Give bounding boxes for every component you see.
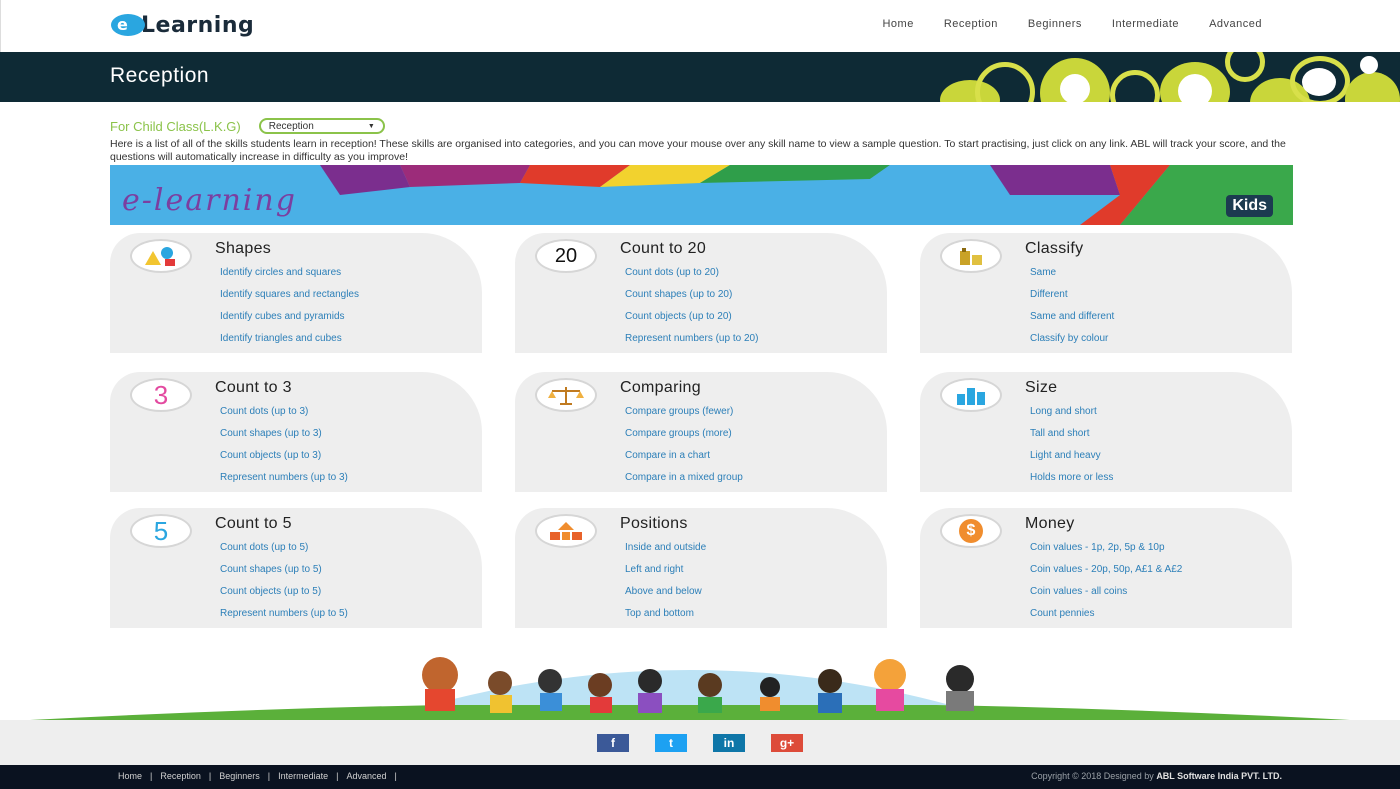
shapes-icon (130, 239, 192, 273)
skill-link[interactable]: Identify circles and squares (220, 267, 341, 278)
skill-link[interactable]: Count shapes (up to 20) (625, 289, 732, 300)
kids-banner: e-learning Kids (110, 165, 1293, 225)
number-3-icon: 3 (130, 378, 192, 412)
nav-beginners[interactable]: Beginners (1028, 18, 1082, 30)
google-plus-icon[interactable]: g+ (771, 733, 803, 752)
skill-card: Positions Inside and outside Left and righ… (515, 508, 887, 628)
skill-link[interactable]: Compare groups (more) (625, 428, 732, 439)
coin-icon: $ (940, 514, 1002, 548)
skill-link[interactable]: Count dots (up to 20) (625, 267, 719, 278)
skill-link[interactable]: Represent numbers (up to 20) (625, 333, 758, 344)
copyright: Copyright © 2018 Designed by ABL Softwar… (1031, 771, 1282, 781)
skill-link[interactable]: Left and right (625, 564, 683, 575)
nav-intermediate[interactable]: Intermediate (1112, 18, 1179, 30)
skill-card-title: Count to 5 (215, 515, 292, 532)
footer-link-beginners[interactable]: Beginners (219, 771, 260, 781)
class-selector-row: For Child Class(L.K.G) Reception ▼ (110, 118, 385, 134)
page-title: Reception (110, 64, 210, 87)
main-nav: Home Reception Beginners Intermediate Ad… (882, 18, 1262, 30)
skill-link[interactable]: Above and below (625, 586, 702, 597)
nav-advanced[interactable]: Advanced (1209, 18, 1262, 30)
skill-link[interactable]: Light and heavy (1030, 450, 1101, 461)
class-select[interactable]: Reception ▼ (258, 118, 385, 134)
skill-link[interactable]: Count shapes (up to 5) (220, 564, 322, 575)
skill-card-title: Count to 3 (215, 379, 292, 396)
skill-link[interactable]: Coin values - 1p, 2p, 5p & 10p (1030, 542, 1165, 553)
intro-description: Here is a list of all of the skills stud… (110, 138, 1286, 163)
skill-link[interactable]: Different (1030, 289, 1068, 300)
top-header: e Learning Home Reception Beginners Inte… (0, 0, 1400, 52)
logo-badge: e (111, 14, 145, 36)
chevron-down-icon: ▼ (367, 122, 375, 130)
skill-card: Shapes Identify circles and squares Identi… (110, 233, 482, 353)
skill-link[interactable]: Identify squares and rectangles (220, 289, 359, 300)
skill-link[interactable]: Compare in a mixed group (625, 472, 743, 483)
footer-link-intermediate[interactable]: Intermediate (278, 771, 328, 781)
skill-link[interactable]: Compare groups (fewer) (625, 406, 733, 417)
skill-link[interactable]: Represent numbers (up to 3) (220, 472, 348, 483)
skill-link[interactable]: Same and different (1030, 311, 1114, 322)
skill-card: Size Long and short Tall and short Light an… (920, 372, 1292, 492)
skill-link[interactable]: Holds more or less (1030, 472, 1113, 483)
skill-card: Comparing Compare groups (fewer) Compare g… (515, 372, 887, 492)
skill-link[interactable]: Represent numbers (up to 5) (220, 608, 348, 619)
nav-home[interactable]: Home (882, 18, 913, 30)
skill-link[interactable]: Compare in a chart (625, 450, 710, 461)
skill-card-title: Count to 20 (620, 240, 707, 257)
skill-link[interactable]: Tall and short (1030, 428, 1089, 439)
skill-card: 20 Count to 20 Count dots (up to 20) Count … (515, 233, 887, 353)
kids-banner-title: e-learning (122, 183, 297, 218)
site-logo[interactable]: e Learning (111, 10, 254, 40)
skill-link[interactable]: Identify triangles and cubes (220, 333, 342, 344)
skill-link[interactable]: Inside and outside (625, 542, 706, 553)
skill-link[interactable]: Top and bottom (625, 608, 694, 619)
skill-link[interactable]: Count dots (up to 5) (220, 542, 308, 553)
skill-card: $ Money Coin values - 1p, 2p, 5p & 10p Coin… (920, 508, 1292, 628)
logo-text: Learning (141, 12, 255, 38)
skill-card-title: Size (1025, 379, 1058, 396)
classify-icon (940, 239, 1002, 273)
twitter-icon[interactable]: t (655, 733, 687, 752)
nav-reception[interactable]: Reception (944, 18, 998, 30)
footer-link-home[interactable]: Home (118, 771, 142, 781)
skill-link[interactable]: Count objects (up to 20) (625, 311, 732, 322)
skill-card: 3 Count to 3 Count dots (up to 3) Count sha… (110, 372, 482, 492)
skill-link[interactable]: Count dots (up to 3) (220, 406, 308, 417)
skill-card-title: Classify (1025, 240, 1084, 257)
skill-link[interactable]: Count objects (up to 5) (220, 586, 321, 597)
skill-card-title: Shapes (215, 240, 272, 257)
class-label: For Child Class(L.K.G) (110, 118, 241, 134)
kids-illustration (30, 645, 1350, 720)
skill-card: 5 Count to 5 Count dots (up to 5) Count sha… (110, 508, 482, 628)
skill-card-title: Comparing (620, 379, 701, 396)
positions-icon (535, 514, 597, 548)
social-bar: f t in g+ (0, 720, 1400, 765)
skill-link[interactable]: Classify by colour (1030, 333, 1108, 344)
kids-scene-graphic (30, 657, 1350, 720)
bar-chart-icon (940, 378, 1002, 412)
skill-link[interactable]: Coin values - 20p, 50p, A£1 & A£2 (1030, 564, 1182, 575)
company-name: ABL Software India PVT. LTD. (1156, 771, 1282, 781)
skill-card-title: Money (1025, 515, 1075, 532)
number-20-icon: 20 (535, 239, 597, 273)
linkedin-icon[interactable]: in (713, 733, 745, 752)
footer-link-reception[interactable]: Reception (160, 771, 201, 781)
scale-icon (535, 378, 597, 412)
site-footer: Home | Reception | Beginners | Intermediate… (0, 765, 1400, 789)
skill-link[interactable]: Coin values - all coins (1030, 586, 1127, 597)
kids-badge: Kids (1226, 195, 1273, 217)
footer-link-advanced[interactable]: Advanced (346, 771, 386, 781)
skill-link[interactable]: Count shapes (up to 3) (220, 428, 322, 439)
skill-link[interactable]: Identify cubes and pyramids (220, 311, 345, 322)
skill-link[interactable]: Count pennies (1030, 608, 1095, 619)
skill-link[interactable]: Long and short (1030, 406, 1097, 417)
skill-link[interactable]: Count objects (up to 3) (220, 450, 321, 461)
skill-link[interactable]: Same (1030, 267, 1056, 278)
skill-card-title: Positions (620, 515, 688, 532)
page-banner: Reception (0, 52, 1400, 102)
footer-links: Home | Reception | Beginners | Intermediate… (118, 771, 397, 781)
number-5-icon: 5 (130, 514, 192, 548)
skill-card: Classify Same Different Same and different C… (920, 233, 1292, 353)
facebook-icon[interactable]: f (597, 733, 629, 752)
